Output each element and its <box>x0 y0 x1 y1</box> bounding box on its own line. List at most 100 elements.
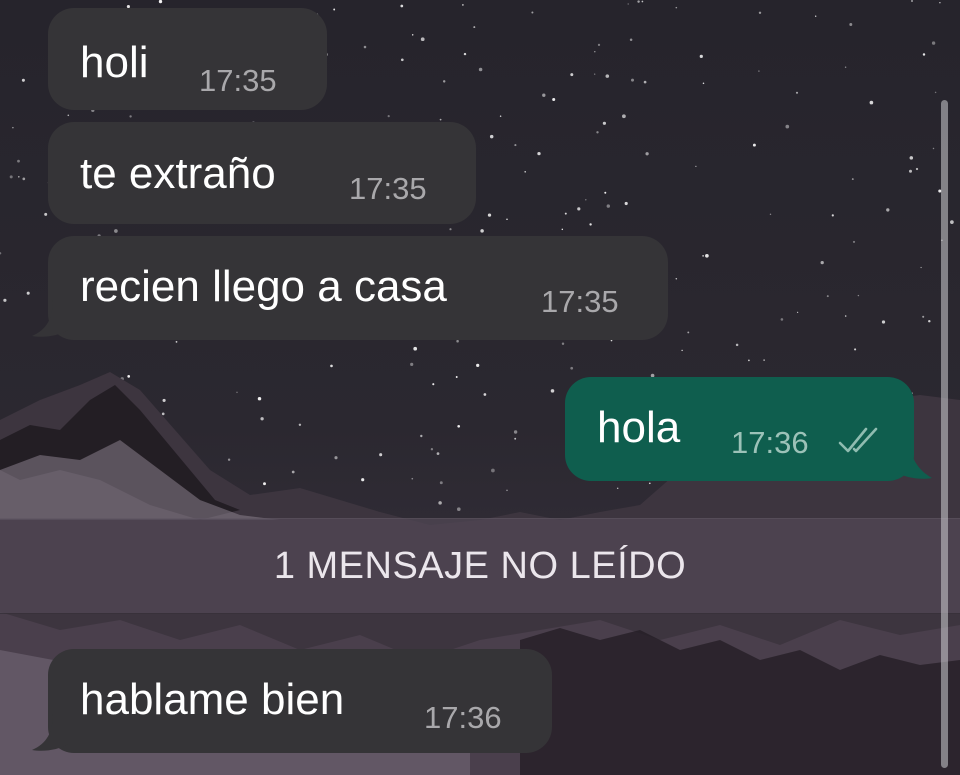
star <box>400 58 404 62</box>
star <box>922 315 925 318</box>
star <box>785 124 790 129</box>
star <box>735 343 739 347</box>
star <box>531 11 534 14</box>
star <box>564 212 567 215</box>
star <box>589 223 592 226</box>
star <box>597 43 601 47</box>
star <box>763 359 765 361</box>
star <box>363 45 367 49</box>
star <box>758 70 760 72</box>
star <box>442 80 446 83</box>
star <box>489 134 494 139</box>
star <box>780 318 784 321</box>
message-text: holi <box>80 38 149 87</box>
star <box>3 298 7 302</box>
star <box>21 78 25 82</box>
star <box>705 253 709 258</box>
star <box>400 4 404 8</box>
star <box>631 78 634 82</box>
star <box>931 41 936 45</box>
star <box>449 228 452 231</box>
star <box>456 339 459 343</box>
star <box>748 359 750 362</box>
star <box>637 0 640 3</box>
star <box>596 131 599 134</box>
star <box>758 11 762 15</box>
star <box>411 34 414 36</box>
star <box>330 364 333 368</box>
star <box>643 80 647 84</box>
star <box>844 315 847 317</box>
star <box>604 191 607 194</box>
star <box>909 156 914 160</box>
star <box>463 52 467 56</box>
star <box>602 121 607 125</box>
star <box>483 393 487 396</box>
bubble-tail <box>32 300 68 337</box>
star <box>826 295 829 298</box>
star <box>476 363 480 368</box>
incoming-message-bubble[interactable]: holi 17:35 <box>48 8 327 110</box>
message-time: 17:36 <box>424 700 502 735</box>
star <box>769 213 772 216</box>
star <box>939 1 941 4</box>
star <box>9 175 13 179</box>
star <box>162 398 166 402</box>
star <box>462 4 464 6</box>
star <box>950 220 954 224</box>
star <box>499 115 502 117</box>
star <box>844 66 847 68</box>
star <box>18 176 20 178</box>
star <box>44 212 48 216</box>
star <box>114 229 118 233</box>
message-time: 17:35 <box>199 63 277 98</box>
star <box>387 114 390 118</box>
incoming-message-bubble[interactable]: te extraño 17:35 <box>48 122 476 224</box>
star <box>432 383 435 386</box>
star <box>681 349 683 352</box>
star <box>514 437 517 440</box>
star <box>752 143 756 147</box>
star <box>796 311 799 314</box>
star <box>227 458 231 461</box>
star <box>478 67 483 72</box>
star <box>263 482 266 486</box>
star <box>908 169 913 173</box>
star <box>687 331 690 334</box>
star <box>457 507 461 511</box>
star <box>513 430 518 434</box>
star <box>420 434 423 438</box>
star <box>473 26 476 29</box>
star <box>491 468 495 473</box>
star <box>379 453 383 457</box>
star <box>606 204 610 208</box>
star <box>175 341 178 343</box>
incoming-message-bubble[interactable]: hablame bien 17:36 <box>48 649 552 753</box>
star <box>570 366 574 370</box>
star <box>26 291 30 295</box>
star <box>537 151 541 156</box>
star <box>932 147 935 150</box>
star <box>457 424 461 428</box>
star <box>645 152 649 156</box>
star <box>915 167 919 171</box>
incoming-message-bubble[interactable]: recien llego a casa 17:35 <box>48 236 668 340</box>
star <box>260 417 264 421</box>
star <box>487 213 492 217</box>
message-text: hola <box>597 403 681 452</box>
star <box>439 118 442 121</box>
star <box>236 391 238 394</box>
star <box>17 159 20 163</box>
star <box>934 91 937 94</box>
star <box>129 115 132 118</box>
star <box>851 178 854 181</box>
message-text: hablame bien <box>80 675 345 724</box>
star <box>506 218 508 220</box>
star <box>127 375 131 378</box>
star <box>455 376 458 378</box>
star <box>438 501 442 505</box>
star <box>161 412 165 416</box>
scrollbar[interactable] <box>941 100 948 768</box>
star <box>561 342 565 345</box>
star <box>552 97 556 102</box>
